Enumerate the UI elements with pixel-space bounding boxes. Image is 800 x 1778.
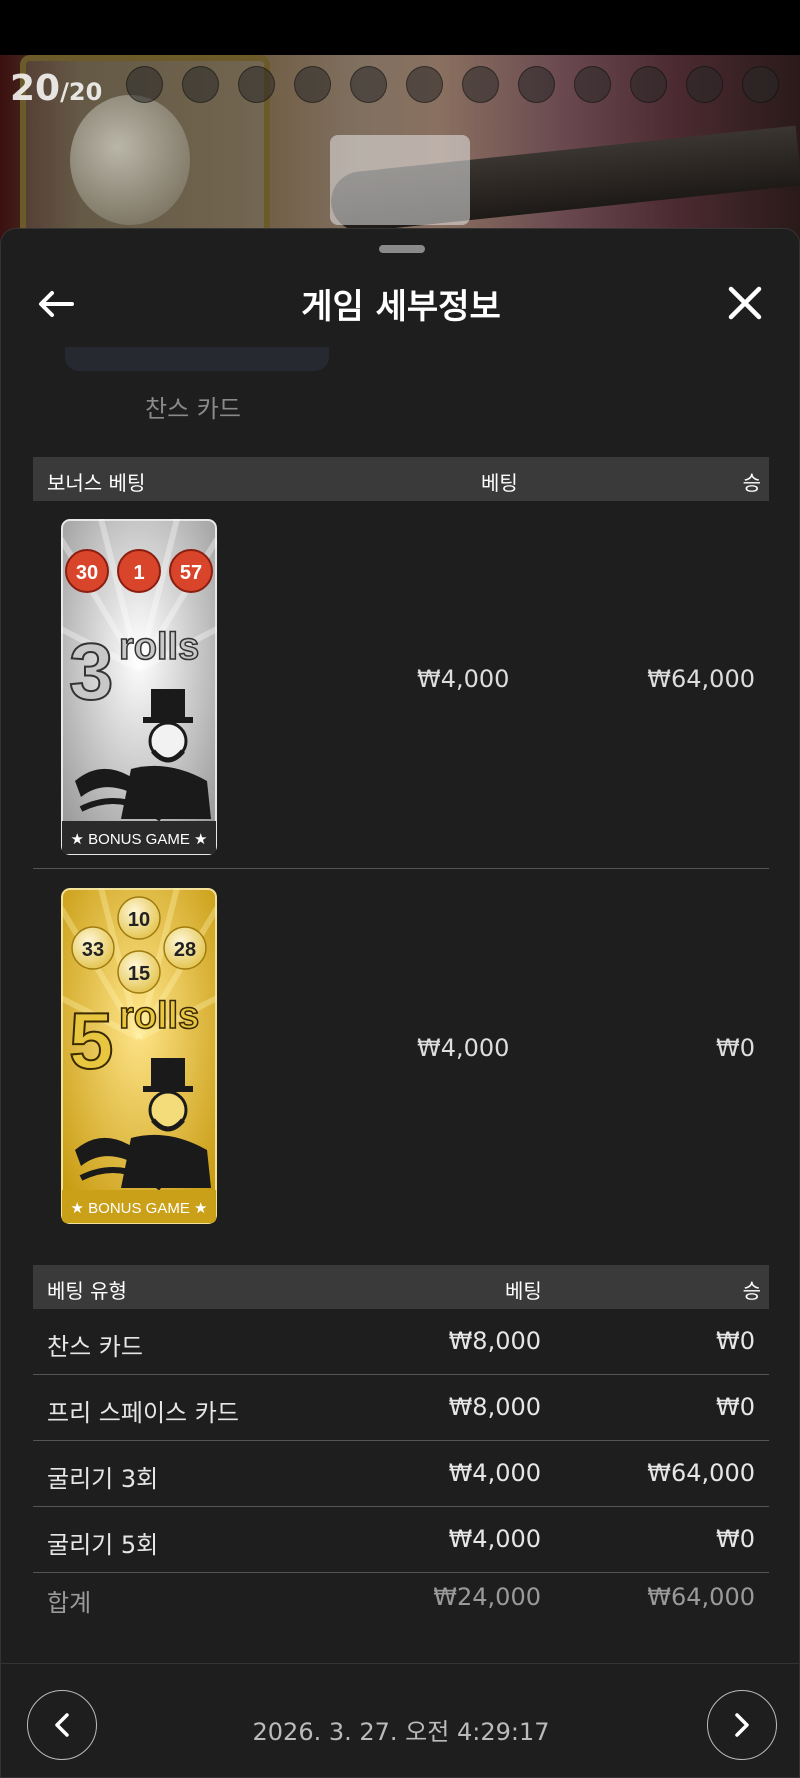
col-win: 승 (742, 471, 761, 495)
bet-amount: ₩4,000 (448, 1525, 541, 1553)
bet-type: 굴리기 3회 (47, 1465, 159, 1493)
bet-amount: ₩8,000 (448, 1327, 541, 1355)
previous-bet-label: 찬스 카드 (145, 395, 241, 423)
card-ball-3: 28 (174, 939, 196, 961)
card-roll-word: rolls (119, 626, 199, 668)
ball-slot (630, 66, 667, 103)
card-ball-4: 15 (128, 963, 150, 985)
round-total: /20 (60, 78, 103, 106)
win-amount: ₩0 (716, 1393, 755, 1421)
win-amount: ₩0 (716, 1525, 755, 1553)
card-ball-2: 33 (82, 939, 104, 961)
card-ball-1: 30 (76, 562, 98, 584)
ball-slot (462, 66, 499, 103)
bonus-card-5-rolls: 10 33 28 15 5 rolls ★ BONUS GAME ★ (61, 888, 217, 1224)
round-navigation: 2026. 3. 27. 오전 4:29:17 (1, 1663, 800, 1778)
next-round-button[interactable] (707, 1690, 777, 1760)
card-ball-2: 1 (133, 562, 144, 584)
sheet-drag-handle[interactable] (379, 245, 425, 253)
win-amount: ₩0 (716, 1327, 755, 1355)
total-row: 합계 ₩24,000 ₩64,000 (33, 1565, 769, 1631)
total-win-amount: ₩64,000 (647, 1583, 755, 1611)
status-bar (0, 0, 800, 55)
bet-type: 찬스 카드 (47, 1333, 143, 1361)
ball-slot (350, 66, 387, 103)
bonus-row: 10 33 28 15 5 rolls ★ BONUS GAME ★ ₩4,00… (33, 870, 769, 1238)
close-icon (728, 286, 762, 320)
bonus-bet-amount: ₩4,000 (417, 1034, 510, 1062)
bonus-card-3-rolls: 30 1 57 3 rolls ★ BONUS GAME ★ (61, 519, 217, 855)
bonus-table-header: 보너스 베팅 베팅 승 (33, 457, 769, 501)
ball-slot (406, 66, 443, 103)
drawn-balls-track (126, 66, 779, 103)
close-button[interactable] (723, 281, 767, 325)
table-row: 프리 스페이스 카드 ₩8,000 ₩0 (33, 1375, 769, 1441)
col-bet: 베팅 (505, 1279, 542, 1303)
round-current: 20 (10, 68, 61, 109)
round-counter: 20/20 (10, 68, 102, 109)
ball-slot (574, 66, 611, 103)
sheet-header: 게임 세부정보 (1, 269, 800, 339)
col-win: 승 (742, 1279, 761, 1303)
chevron-right-icon (735, 1713, 749, 1737)
ball-slot (742, 66, 779, 103)
ball-machine-glass (70, 95, 190, 225)
ball-slot (518, 66, 555, 103)
card-footer: ★ BONUS GAME ★ (71, 1200, 208, 1217)
bonus-bet-amount: ₩4,000 (417, 665, 510, 693)
bet-amount: ₩4,000 (448, 1459, 541, 1487)
ball-slot (294, 66, 331, 103)
card-ball-3: 57 (180, 562, 202, 584)
table-row: 굴리기 3회 ₩4,000 ₩64,000 (33, 1441, 769, 1507)
ball-chute (330, 135, 470, 225)
bonus-win-amount: ₩64,000 (647, 665, 755, 693)
bet-table-header: 베팅 유형 베팅 승 (33, 1265, 769, 1309)
previous-bet-tile (65, 347, 329, 371)
total-bet-amount: ₩24,000 (433, 1583, 541, 1611)
col-bet-type: 베팅 유형 (47, 1279, 127, 1303)
ball-slot (238, 66, 275, 103)
col-bonus-bet: 보너스 베팅 (47, 471, 146, 495)
bet-type: 굴리기 5회 (47, 1531, 159, 1559)
card-roll-word: rolls (119, 995, 199, 1037)
bonus-row: 30 1 57 3 rolls ★ BONUS GAME ★ ₩4,000 ₩6… (33, 501, 769, 869)
ball-slot (182, 66, 219, 103)
ball-slot (686, 66, 723, 103)
total-label: 합계 (47, 1589, 92, 1617)
page-title: 게임 세부정보 (301, 287, 501, 327)
bet-amount: ₩8,000 (448, 1393, 541, 1421)
bonus-win-amount: ₩0 (716, 1034, 755, 1062)
ball-slot (126, 66, 163, 103)
bet-type: 프리 스페이스 카드 (47, 1399, 239, 1427)
card-roll-number: 5 (69, 996, 114, 1085)
round-datetime: 2026. 3. 27. 오전 4:29:17 (252, 1718, 550, 1746)
win-amount: ₩64,000 (647, 1459, 755, 1487)
table-row: 굴리기 5회 ₩4,000 ₩0 (33, 1507, 769, 1573)
card-footer: ★ BONUS GAME ★ (71, 831, 208, 848)
card-ball-1: 10 (128, 909, 150, 931)
game-details-sheet: 게임 세부정보 찬스 카드 보너스 베팅 베팅 승 30 1 57 3 roll… (0, 228, 800, 1778)
card-roll-number: 3 (69, 627, 114, 716)
table-row: 찬스 카드 ₩8,000 ₩0 (33, 1309, 769, 1375)
col-bet: 베팅 (481, 471, 518, 495)
